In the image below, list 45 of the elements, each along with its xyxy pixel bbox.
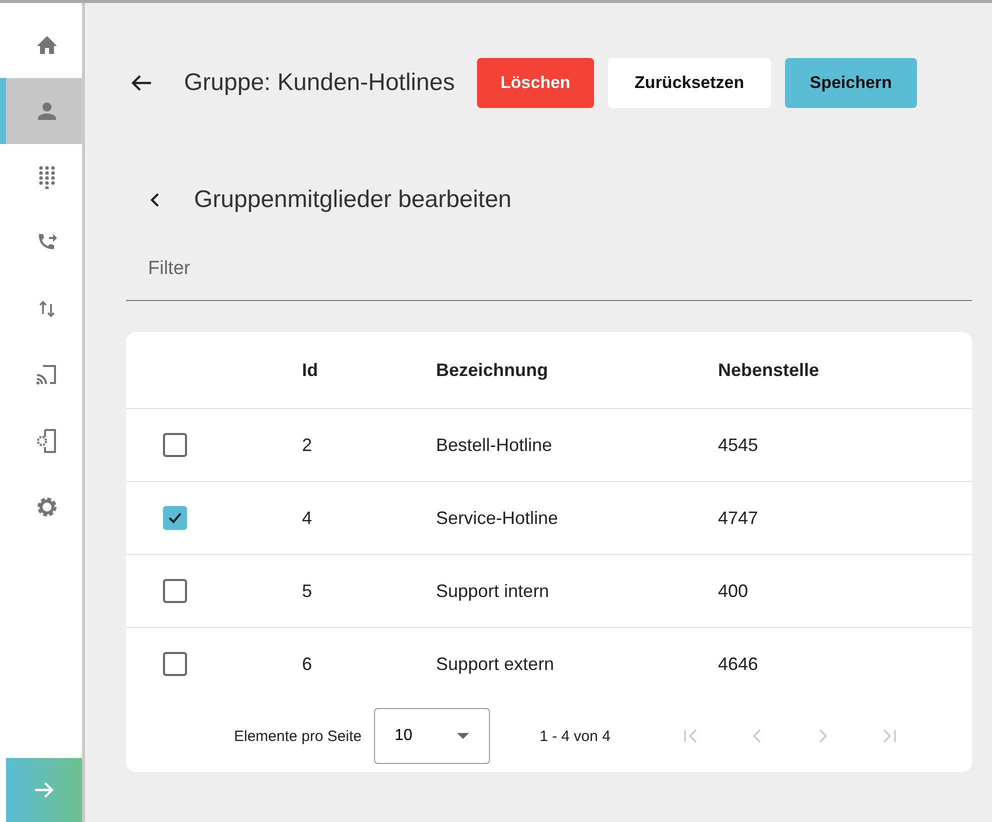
column-header: Id — [302, 360, 318, 380]
table-cell: 6 — [302, 654, 312, 674]
action-button[interactable]: Speichern — [784, 58, 917, 108]
table-cell: 4646 — [718, 654, 758, 674]
dropdown-icon — [456, 733, 469, 739]
action-button[interactable]: Löschen — [476, 58, 594, 108]
table-cell: Service-Hotline — [436, 508, 558, 528]
home-icon — [36, 35, 58, 55]
table-cell: 2 — [302, 434, 312, 454]
chevron-right-icon — [818, 728, 828, 744]
dialpad-icon — [37, 165, 57, 189]
filter-field[interactable]: Filter — [126, 238, 972, 301]
cast-icon — [35, 363, 59, 387]
checkbox[interactable] — [163, 506, 187, 530]
page-size-label: Elemente pro Seite — [234, 728, 362, 744]
last-page-icon — [881, 728, 898, 744]
page-title: Gruppe: Kunden-Hotlines — [184, 69, 455, 97]
first-page-icon — [683, 728, 700, 744]
nav-item[interactable] — [0, 78, 82, 144]
column-header: Nebenstelle — [718, 360, 820, 380]
page-range: 1 - 4 von 4 — [540, 728, 610, 744]
arrow-left-icon — [130, 73, 152, 93]
chevron-left-icon — [752, 728, 762, 744]
table-cell: Bestell-Hotline — [436, 434, 552, 454]
device-settings-icon — [35, 428, 59, 454]
table-cell: 4 — [302, 508, 312, 528]
arrow-right-icon — [33, 780, 55, 800]
action-button[interactable]: Zurücksetzen — [608, 58, 771, 108]
table-cell: Support extern — [436, 654, 554, 674]
table-cell: 4747 — [718, 508, 758, 528]
table-cell: 400 — [718, 580, 748, 600]
checkbox[interactable] — [163, 652, 187, 676]
checkbox[interactable] — [163, 579, 187, 603]
person-icon — [36, 101, 58, 121]
swap-vertical-icon — [37, 298, 57, 320]
settings-icon — [36, 496, 58, 518]
check-icon — [168, 512, 182, 524]
section-title: Gruppenmitglieder bearbeiten — [194, 186, 512, 214]
column-header: Bezeichnung — [436, 360, 548, 380]
table-cell: 5 — [302, 580, 312, 600]
checkbox[interactable] — [163, 433, 187, 457]
chevron-left-icon — [150, 192, 160, 208]
table-cell: 4545 — [718, 434, 758, 454]
table-cell: Support intern — [436, 580, 550, 600]
page-size-select[interactable]: 10 — [374, 708, 490, 764]
